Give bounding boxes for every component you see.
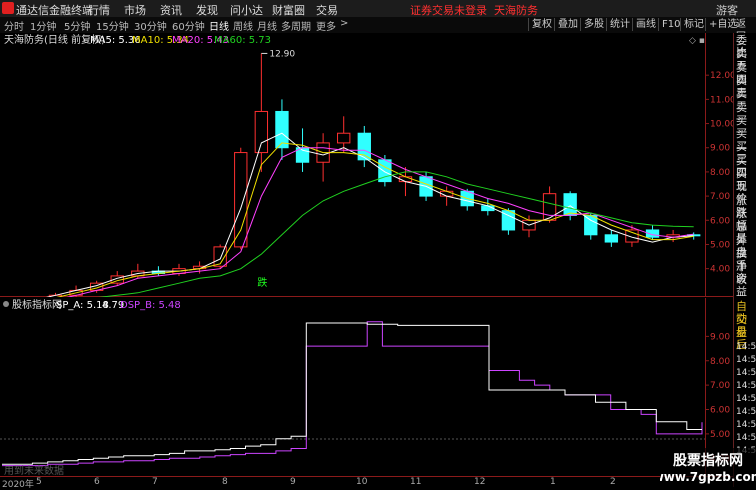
axis-tick: 9 xyxy=(290,477,296,487)
tab-15min[interactable]: 15分钟 xyxy=(96,18,129,33)
sp-a-legend: SP_A: 5.18 xyxy=(56,300,109,311)
y-tick-label: 7.00 xyxy=(710,192,730,202)
y-tick-label: 11.00 xyxy=(710,95,733,105)
axis-tick: 11 xyxy=(410,477,422,487)
y-tick-label: 5.00 xyxy=(710,240,730,250)
side-time-label: 14:56 xyxy=(736,342,756,352)
candle-body xyxy=(254,110,269,154)
panel-options-icon[interactable]: ◇ ▪ xyxy=(689,36,705,46)
signal-mark: 跌 xyxy=(257,276,267,289)
dsp-b-legend: DSP_B: 5.48 xyxy=(120,300,181,311)
candle-body xyxy=(542,193,557,221)
multi-stock-button[interactable]: 多股 xyxy=(580,18,607,31)
future-data-label: 用到未来数据 xyxy=(4,464,64,476)
indicator-chart[interactable]: 9.008.007.006.005.004.00 股标指标网 SP_A: 5.1… xyxy=(0,298,733,476)
menu-market[interactable]: 市场 xyxy=(124,2,146,18)
menu-discover[interactable]: 发现 xyxy=(196,2,218,18)
guest-label[interactable]: 游客 xyxy=(716,2,738,18)
y-tick-label: 4.00 xyxy=(710,265,730,275)
tab-1min[interactable]: 1分钟 xyxy=(30,18,56,33)
overlay-button[interactable]: 叠加 xyxy=(554,18,581,31)
side-time-label: 14:56 xyxy=(736,355,756,365)
y-tick-label: 5.00 xyxy=(710,430,730,440)
mark-button[interactable]: 标记 xyxy=(680,18,707,31)
axis-tick: 7 xyxy=(152,477,158,487)
axis-tick: 5 xyxy=(36,477,42,487)
side-time-label: 14:56 xyxy=(736,407,756,417)
side-time-label: 14:56 xyxy=(736,368,756,378)
side-time-label: 14:56 xyxy=(736,394,756,404)
axis-year: 2020年 xyxy=(2,480,34,490)
y-tick-label: 10.00 xyxy=(710,120,733,130)
app-logo-icon xyxy=(2,2,14,14)
stats-button[interactable]: 统计 xyxy=(606,18,633,31)
y-tick-label: 7.00 xyxy=(710,381,730,391)
tab-weekly[interactable]: 周线 xyxy=(233,18,253,33)
y-tick-label: 8.00 xyxy=(710,168,730,178)
chart-toolbar: 分时 1分钟 5分钟 15分钟 30分钟 60分钟 日线 周线 月线 多周期 更… xyxy=(0,17,756,43)
y-tick-label: 9.00 xyxy=(710,144,730,154)
tab-monthly[interactable]: 月线 xyxy=(257,18,277,33)
adjust-button[interactable]: 复权 xyxy=(528,18,555,31)
site-watermark: 股票指标网 www.7gpzb.com xyxy=(660,448,756,487)
menu-wealth[interactable]: 财富圈 xyxy=(272,2,305,18)
tab-more[interactable]: 更多 xyxy=(316,18,336,33)
quote-side-panel: 委比 卖五 卖四 卖三 卖二 卖一 买一 买二 买三 买四 买五 现价 涨跌 涨幅 总量 外盘 换手 净资 收益 自动… xyxy=(733,33,756,487)
back-button[interactable]: 返回 xyxy=(735,18,756,43)
y-tick-label: 6.00 xyxy=(710,406,730,416)
candle-body xyxy=(275,110,289,149)
tab-30min[interactable]: 30分钟 xyxy=(134,18,167,33)
watermark-title: 股票指标网 xyxy=(673,452,743,469)
tab-multi-period[interactable]: 多周期 xyxy=(281,18,311,33)
menu-ask[interactable]: 问小达 xyxy=(230,2,263,18)
side-time-label: 14:56 xyxy=(736,433,756,443)
high-price-label: 12.90 xyxy=(269,49,295,59)
menu-news[interactable]: 资讯 xyxy=(160,2,182,18)
y-tick-label: 12.00 xyxy=(710,71,733,81)
draw-line-button[interactable]: 画线 xyxy=(632,18,659,31)
indicator-title: 股标指标网 xyxy=(12,298,62,311)
candle-body xyxy=(234,152,248,248)
side-time-label: 14:56 xyxy=(736,381,756,391)
candle-body xyxy=(604,234,619,243)
candle-body xyxy=(337,132,351,144)
indicator-settings-icon[interactable] xyxy=(3,301,9,307)
side-time-label: 14:56 xyxy=(736,420,756,430)
y-tick-label: 9.00 xyxy=(710,332,730,342)
candle-body xyxy=(563,193,577,216)
axis-tick: 8 xyxy=(222,477,228,487)
axis-tick: 1 xyxy=(550,477,556,487)
tab-timeshare[interactable]: 分时 xyxy=(4,18,24,33)
tab-60min[interactable]: 60分钟 xyxy=(172,18,205,33)
more-chevron-icon[interactable]: > xyxy=(340,18,348,29)
axis-tick: 12 xyxy=(474,477,486,487)
side-label: 收益 xyxy=(736,273,747,299)
y-tick-label: 6.00 xyxy=(710,216,730,226)
y-tick-label: 8.00 xyxy=(710,357,730,367)
axis-tick: 6 xyxy=(94,477,100,487)
tab-daily[interactable]: 日线 xyxy=(209,18,229,33)
app-title: 通达信金融终端 xyxy=(16,4,93,17)
trade-login-warning[interactable]: 证券交易未登录 xyxy=(410,2,487,18)
price-chart[interactable]: 12.0011.0010.009.008.007.006.005.004.00 … xyxy=(0,33,733,297)
title-bar: 通达信金融终端 行情 市场 资讯 发现 问小达 财富圈 交易 证券交易未登录 天… xyxy=(0,0,756,18)
axis-tick: 10 xyxy=(356,477,368,487)
candle-body xyxy=(584,214,598,236)
tab-5min[interactable]: 5分钟 xyxy=(64,18,90,33)
watermark-url: www.7gpzb.com xyxy=(660,470,756,484)
top-stock-name: 天海防务 xyxy=(494,4,538,17)
menu-trade[interactable]: 交易 xyxy=(316,2,338,18)
ma60-legend: MA60: 5.73 xyxy=(214,35,271,46)
axis-tick: 2 xyxy=(610,477,616,487)
menu-quotes[interactable]: 行情 xyxy=(88,2,110,18)
